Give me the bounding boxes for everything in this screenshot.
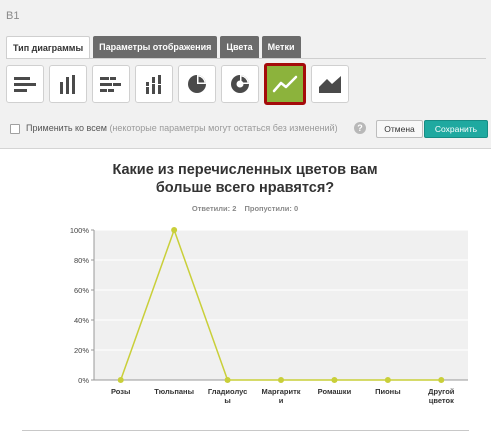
x-tick-label-line: Тюльпаны (154, 387, 194, 396)
x-tick-label-line: Другой (428, 387, 455, 396)
x-tick-label: Розы (111, 387, 130, 396)
x-tick-label-line: Розы (111, 387, 130, 396)
x-tick-label-line: ы (224, 396, 230, 405)
data-point (171, 227, 178, 233)
bottom-divider (22, 430, 469, 431)
x-tick-label-line: Маргаритк (261, 387, 300, 396)
y-tick-label: 20% (74, 346, 89, 355)
y-tick-label: 0% (78, 376, 89, 385)
data-point (384, 377, 391, 383)
x-tick-label: Ромашки (318, 387, 352, 396)
x-tick-label: Другой цветок (428, 387, 455, 405)
y-tick-label: 40% (74, 316, 89, 325)
plot-area (94, 230, 468, 380)
data-point (224, 377, 231, 383)
x-tick-label-line: Пионы (375, 387, 401, 396)
x-tick-label-line: Гладиолус (208, 387, 247, 396)
data-point (117, 377, 124, 383)
data-point (278, 377, 284, 383)
y-tick-label: 80% (74, 256, 89, 265)
x-tick-label-line: Ромашки (318, 387, 352, 396)
x-tick-label: Тюльпаны (154, 387, 194, 396)
y-tick-label: 100% (70, 226, 90, 235)
x-tick-label-line: цветок (429, 396, 454, 405)
data-point (438, 377, 445, 383)
y-tick-label: 60% (74, 286, 89, 295)
x-tick-label: Гладиолус ы (208, 387, 247, 405)
x-tick-label-line: и (279, 396, 284, 405)
x-tick-label: Маргаритк и (261, 387, 300, 405)
x-tick-label: Пионы (375, 387, 401, 396)
data-point (331, 377, 338, 383)
line-chart: 0% 20% 40% 60% 80% 100% Розы Тюльпаны Гладиолус ы… (70, 226, 468, 405)
